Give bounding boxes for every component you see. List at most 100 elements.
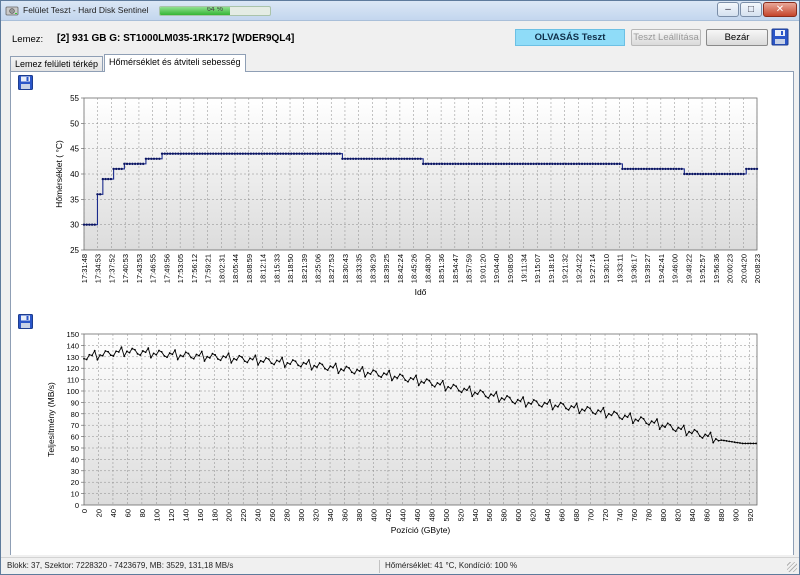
stop-test-button[interactable]: Teszt Leállítása — [631, 29, 701, 46]
perf-data-point — [348, 367, 350, 369]
temp-data-point — [688, 172, 691, 176]
temp-data-point — [257, 152, 261, 155]
perf-data-point — [391, 379, 393, 382]
perf-xtick-label: 420 — [384, 509, 393, 522]
temp-data-point — [594, 162, 597, 166]
perf-data-point — [337, 372, 340, 375]
perf-data-point — [741, 442, 744, 445]
temp-data-point — [475, 162, 479, 166]
perf-data-point — [554, 404, 557, 407]
temp-data-point — [405, 157, 409, 160]
close-window-button[interactable]: ✕ — [763, 2, 797, 17]
perf-ytick-label: 100 — [66, 387, 79, 396]
perf-data-point — [208, 357, 211, 359]
perf-data-point — [195, 353, 198, 356]
resize-grip-icon[interactable] — [787, 562, 797, 572]
temp-data-point — [395, 157, 398, 160]
temp-data-point — [537, 162, 541, 166]
perf-data-point — [602, 406, 605, 409]
perf-data-point — [471, 395, 474, 398]
performance-save-icon[interactable] — [18, 314, 33, 329]
temp-data-point — [588, 162, 592, 166]
temp-data-point — [357, 157, 360, 160]
temp-xtick-label: 19:15:07 — [533, 254, 542, 283]
perf-data-point — [407, 380, 409, 383]
maximize-button[interactable]: □ — [740, 2, 762, 17]
perf-xtick-label: 820 — [673, 509, 682, 522]
temp-data-point — [152, 157, 156, 160]
temp-data-point — [397, 157, 401, 160]
temp-data-point — [516, 162, 519, 166]
perf-data-point — [436, 382, 439, 384]
perf-data-point — [313, 364, 316, 367]
perf-data-point — [439, 383, 442, 386]
temp-xtick-label: 20:04:20 — [739, 254, 748, 283]
temp-data-point — [236, 152, 239, 155]
temp-data-point — [303, 152, 306, 155]
perf-xtick-label: 260 — [268, 509, 277, 522]
perf-data-point — [139, 354, 142, 357]
temp-data-point — [483, 162, 487, 166]
temp-data-point — [561, 162, 565, 166]
tab-surface-map[interactable]: Lemez felületi térkép — [10, 56, 104, 72]
temp-data-point — [575, 162, 578, 166]
temp-data-point — [599, 162, 603, 166]
temp-data-point — [265, 152, 269, 155]
perf-data-point — [578, 412, 581, 415]
temp-data-point — [704, 172, 708, 176]
temp-data-point — [602, 162, 605, 166]
perf-data-point — [586, 405, 589, 408]
temp-data-point — [691, 172, 694, 176]
temp-data-point — [241, 152, 245, 155]
temp-data-point — [459, 162, 463, 166]
temp-data-point — [645, 167, 648, 171]
temp-data-point — [255, 152, 258, 155]
temp-data-point — [107, 177, 110, 181]
temp-xtick-label: 18:27:53 — [327, 254, 336, 283]
perf-data-point — [265, 356, 267, 359]
perf-data-point — [133, 348, 136, 351]
perf-data-point — [91, 354, 93, 357]
perf-data-point — [358, 370, 361, 372]
perf-xtick-label: 500 — [442, 509, 451, 522]
perf-data-point — [661, 424, 664, 427]
temp-xtick-label: 18:42:24 — [396, 254, 405, 283]
perf-data-point — [302, 361, 305, 364]
perf-data-point — [182, 355, 184, 358]
floppy-save-icon[interactable] — [771, 28, 789, 46]
temp-data-point — [494, 162, 498, 166]
title-bar[interactable]: Felület Teszt - Hard Disk Sentinel 64 % … — [1, 1, 799, 21]
minimize-button[interactable]: – — [717, 2, 739, 17]
temp-data-point — [168, 152, 172, 155]
temp-data-point — [505, 162, 508, 166]
status-health-info: Hőmérséklet: 41 °C, Kondíció: 100 % — [385, 561, 518, 570]
perf-data-point — [479, 389, 482, 392]
temp-data-point — [317, 152, 320, 155]
tab-temperature-transfer[interactable]: Hőmérséklet és átviteli sebesség — [104, 54, 246, 72]
temp-xtick-label: 18:36:29 — [368, 254, 377, 283]
temp-ytick-label: 35 — [70, 195, 79, 204]
close-button[interactable]: Bezár — [706, 29, 768, 46]
status-divider — [379, 560, 380, 573]
perf-data-point — [415, 374, 417, 377]
temp-data-point — [553, 162, 557, 166]
temp-data-point — [112, 167, 115, 171]
perf-xtick-label: 640 — [543, 509, 552, 522]
perf-data-point — [551, 408, 554, 411]
perf-data-point — [573, 406, 575, 409]
perf-data-point — [706, 435, 709, 438]
perf-ytick-label: 90 — [71, 398, 79, 407]
perf-xtick-label: 0 — [80, 509, 89, 513]
perf-data-point — [495, 391, 498, 393]
temperature-save-icon[interactable] — [18, 75, 33, 90]
perf-data-point — [396, 377, 399, 380]
temp-xtick-label: 18:51:36 — [437, 254, 446, 283]
temp-data-point — [201, 152, 204, 155]
temp-data-point — [322, 152, 325, 155]
temp-data-point — [438, 162, 441, 166]
temp-data-point — [440, 162, 444, 166]
perf-data-point — [597, 409, 599, 412]
temp-data-point — [548, 162, 551, 166]
temp-data-point — [273, 152, 277, 155]
temp-data-point — [193, 152, 196, 155]
